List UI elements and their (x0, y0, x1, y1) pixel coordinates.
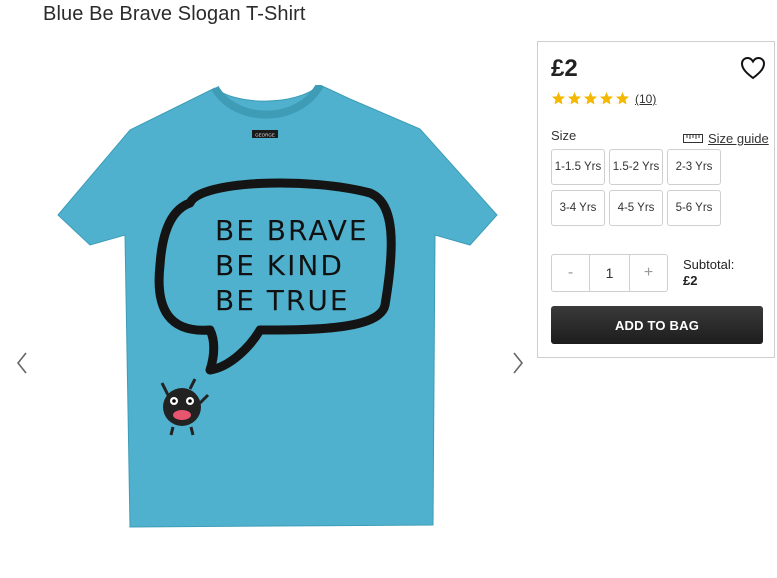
size-option[interactable]: 4-5 Yrs (609, 190, 663, 226)
star-icon (583, 91, 598, 105)
product-image: GEORGE BE BRAVE BE KIND BE TRUE (57, 85, 498, 528)
heart-icon[interactable] (740, 56, 766, 80)
shirt-line-3: BE TRUE (215, 284, 350, 317)
size-option[interactable]: 5-6 Yrs (667, 190, 721, 226)
subtotal-value: £2 (683, 273, 698, 288)
size-options: 1-1.5 Yrs 1.5-2 Yrs 2-3 Yrs 3-4 Yrs 4-5 … (551, 149, 725, 226)
star-icon (567, 91, 582, 105)
star-icon (551, 91, 566, 105)
star-icon (599, 91, 614, 105)
size-guide-link[interactable]: Size guide (683, 131, 769, 146)
add-to-bag-button[interactable]: ADD TO BAG (551, 306, 763, 344)
ruler-icon (683, 134, 703, 143)
quantity-increase-button[interactable]: + (629, 254, 668, 292)
subtotal-label: Subtotal: (683, 257, 735, 272)
size-label: Size (551, 128, 577, 143)
shirt-line-1: BE BRAVE (215, 214, 369, 247)
quantity-value[interactable]: 1 (590, 254, 629, 292)
size-option[interactable]: 1-1.5 Yrs (551, 149, 605, 185)
price: £2 (551, 55, 578, 82)
product-title: Blue Be Brave Slogan T-Shirt (43, 3, 306, 25)
star-icon (615, 91, 630, 105)
chevron-right-icon[interactable] (508, 348, 528, 378)
quantity-stepper: - 1 + (551, 254, 668, 292)
quantity-decrease-button[interactable]: - (551, 254, 590, 292)
rating-stars (551, 91, 630, 106)
size-option[interactable]: 3-4 Yrs (551, 190, 605, 226)
purchase-panel: £2 (10) Size Size guide 1-1.5 Yrs 1.5-2 … (537, 41, 775, 358)
chevron-left-icon[interactable] (12, 348, 32, 378)
size-option[interactable]: 2-3 Yrs (667, 149, 721, 185)
product-gallery: GEORGE BE BRAVE BE KIND BE TRUE (0, 40, 540, 578)
shirt-line-2: BE KIND (215, 249, 344, 282)
size-guide-label: Size guide (708, 131, 769, 146)
review-count-link[interactable]: (10) (635, 92, 656, 106)
size-option[interactable]: 1.5-2 Yrs (609, 149, 663, 185)
brand-label: GEORGE (255, 133, 275, 138)
